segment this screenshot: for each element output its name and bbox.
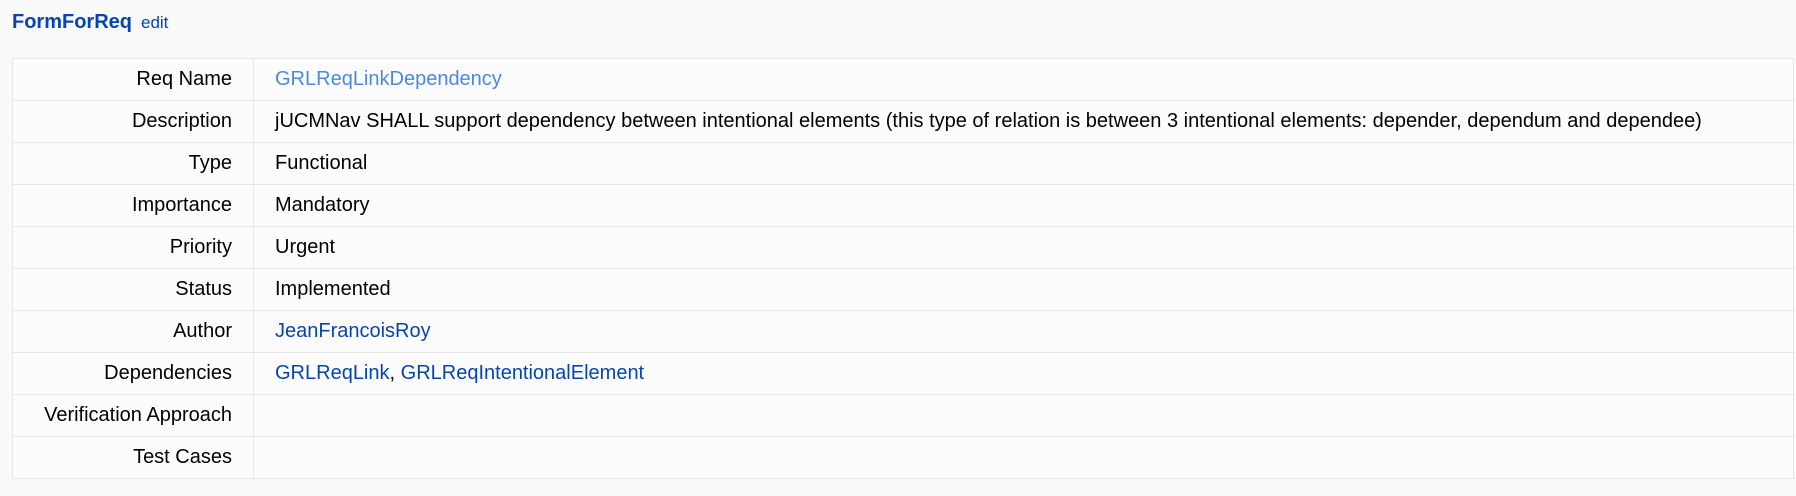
dependency-link-grlreqintentionalelement[interactable]: GRLReqIntentionalElement	[401, 362, 644, 384]
req-name-cell: GRLReqLinkDependency	[253, 58, 1794, 101]
row-test-cases: Test Cases	[12, 436, 1794, 479]
priority-value: Urgent	[253, 226, 1794, 269]
requirement-table: Req Name GRLReqLinkDependency Descriptio…	[12, 58, 1794, 479]
row-status: Status Implemented	[12, 268, 1794, 311]
row-priority: Priority Urgent	[12, 226, 1794, 269]
row-description: Description jUCMNav SHALL support depend…	[12, 100, 1794, 143]
row-verification-approach: Verification Approach	[12, 394, 1794, 437]
row-req-name: Req Name GRLReqLinkDependency	[12, 58, 1794, 101]
dependencies-label: Dependencies	[12, 352, 254, 395]
row-importance: Importance Mandatory	[12, 184, 1794, 227]
req-name-link[interactable]: GRLReqLinkDependency	[275, 68, 502, 90]
type-value: Functional	[253, 142, 1794, 185]
verification-approach-value	[253, 394, 1794, 437]
description-label: Description	[12, 100, 254, 143]
importance-value: Mandatory	[253, 184, 1794, 227]
status-value: Implemented	[253, 268, 1794, 311]
verification-approach-label: Verification Approach	[12, 394, 254, 437]
author-cell: JeanFrancoisRoy	[253, 310, 1794, 353]
dependencies-cell: GRLReqLink, GRLReqIntentionalElement	[253, 352, 1794, 395]
form-title-link[interactable]: FormForReq	[12, 11, 132, 34]
form-header: FormForReq edit	[12, 11, 168, 37]
status-label: Status	[12, 268, 254, 311]
edit-link[interactable]: edit	[141, 13, 168, 33]
importance-label: Importance	[12, 184, 254, 227]
row-type: Type Functional	[12, 142, 1794, 185]
row-author: Author JeanFrancoisRoy	[12, 310, 1794, 353]
test-cases-value	[253, 436, 1794, 479]
test-cases-label: Test Cases	[12, 436, 254, 479]
row-dependencies: Dependencies GRLReqLink, GRLReqIntention…	[12, 352, 1794, 395]
priority-label: Priority	[12, 226, 254, 269]
description-value: jUCMNav SHALL support dependency between…	[253, 100, 1794, 143]
req-name-label: Req Name	[12, 58, 254, 101]
author-link[interactable]: JeanFrancoisRoy	[275, 320, 431, 342]
author-label: Author	[12, 310, 254, 353]
dependency-separator: ,	[389, 362, 401, 384]
type-label: Type	[12, 142, 254, 185]
dependency-link-grlreqlink[interactable]: GRLReqLink	[275, 362, 390, 384]
